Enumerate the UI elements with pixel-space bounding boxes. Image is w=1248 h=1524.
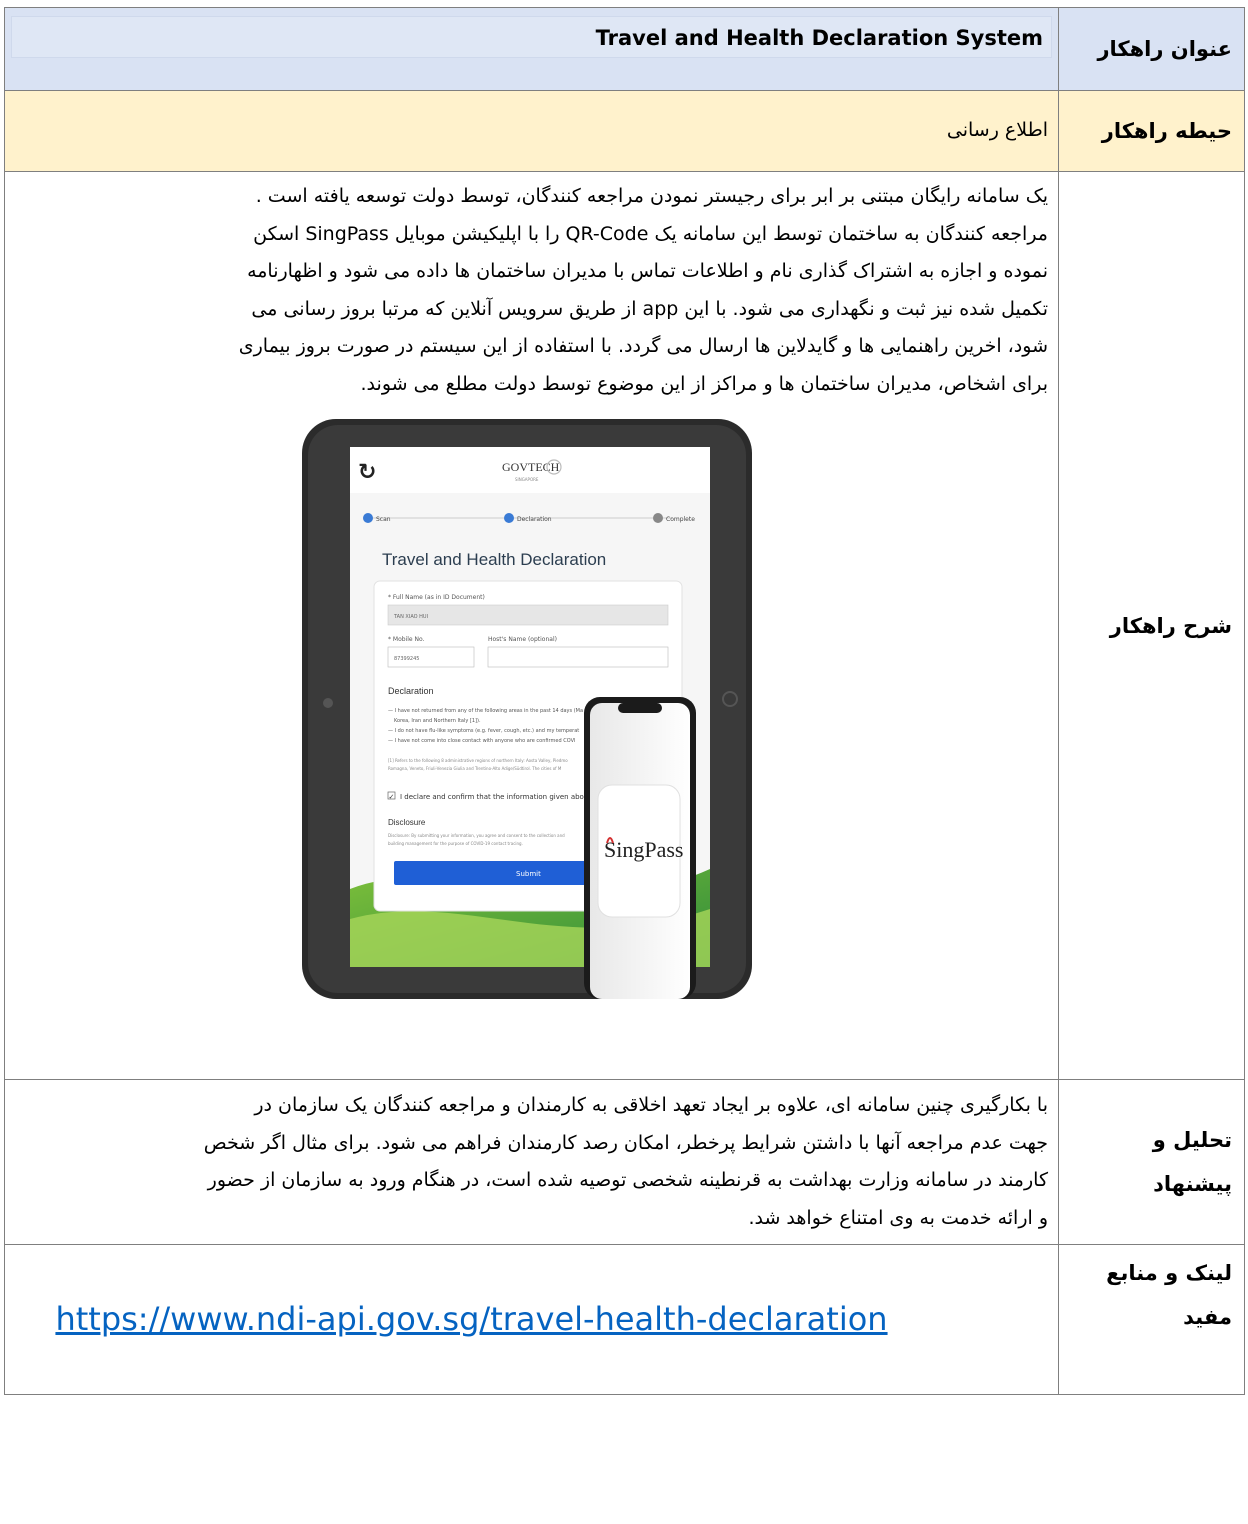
device-illustration: ↻ GOVTECH SINGAPORE Scan Declaration Com… <box>301 419 752 999</box>
title-label: عنوان راهکار <box>1058 7 1245 91</box>
svg-text:Korea, Iran and Northern Italy: Korea, Iran and Northern Italy [1]). <box>394 718 481 724</box>
description-row: یک سامانه رایگان مبتنی بر ابر برای رجیست… <box>4 171 1245 1080</box>
links-label-line: لینک و منابع <box>1106 1261 1232 1285</box>
analysis-line: جهت عدم مراجعه آنها با داشتن شرایط پرخطر… <box>203 1131 1048 1154</box>
svg-text:87399245: 87399245 <box>394 656 419 662</box>
analysis-cell: با بکارگیری چنین سامانه ای، علاوه بر ایج… <box>4 1079 1059 1245</box>
singpass-logo-text: SingPass <box>604 837 683 862</box>
title-cell: Travel and Health Declaration System <box>4 7 1059 91</box>
links-cell: https://www.ndi-api.gov.sg/travel-health… <box>4 1244 1059 1395</box>
solution-table: Travel and Health Declaration System عنو… <box>4 7 1245 1395</box>
svg-text:Declaration: Declaration <box>517 516 552 523</box>
domain-row: اطلاع رسانی حیطه راهکار <box>4 90 1245 172</box>
svg-text:Declaration: Declaration <box>388 686 434 696</box>
svg-text:TAN XIAO HUI: TAN XIAO HUI <box>393 614 428 620</box>
govtech-logo: GOVTECH <box>502 460 560 474</box>
svg-text:* Mobile No.: * Mobile No. <box>388 636 425 643</box>
links-label: لینک و منابع مفید <box>1058 1244 1245 1395</box>
analysis-label-line: پیشنهاد <box>1153 1172 1232 1196</box>
svg-text:Disclosure: By submitting your: Disclosure: By submitting your informati… <box>388 833 565 838</box>
svg-text:SINGAPORE: SINGAPORE <box>515 477 539 482</box>
description-line: شود، اخرین راهنمایی ها و گایدلاین ها ارس… <box>238 335 1048 357</box>
description-paragraph: یک سامانه رایگان مبتنی بر ابر برای رجیست… <box>15 178 1048 403</box>
description-label: شرح راهکار <box>1058 171 1245 1080</box>
description-line: تکمیل شده نیز ثبت و نگهداری می شود. با ا… <box>251 297 1048 320</box>
links-row: https://www.ndi-api.gov.sg/travel-health… <box>4 1244 1245 1395</box>
analysis-line: با بکارگیری چنین سامانه ای، علاوه بر ایج… <box>254 1094 1048 1116</box>
analysis-label: تحلیل و پیشنهاد <box>1058 1079 1245 1245</box>
svg-text:Host's Name (optional): Host's Name (optional) <box>488 636 557 643</box>
description-line: برای اشخاص، مدیران ساختمان ها و مراکز از… <box>360 372 1048 395</box>
analysis-line: کارمند در سامانه وزارت بهداشت به قرنطینه… <box>207 1169 1048 1191</box>
svg-text:— I have not returned from any: — I have not returned from any of the fo… <box>388 708 583 714</box>
solution-title: Travel and Health Declaration System <box>11 16 1052 58</box>
title-row: Travel and Health Declaration System عنو… <box>4 7 1245 91</box>
form-title: Travel and Health Declaration <box>382 550 606 569</box>
domain-label: حیطه راهکار <box>1058 90 1245 172</box>
resource-link[interactable]: https://www.ndi-api.gov.sg/travel-health… <box>15 1300 1048 1339</box>
svg-text:Disclosure: Disclosure <box>388 818 426 827</box>
description-cell: یک سامانه رایگان مبتنی بر ابر برای رجیست… <box>4 171 1059 1080</box>
step-scan-dot <box>362 513 373 523</box>
svg-text:✓: ✓ <box>388 793 394 801</box>
description-line: یک سامانه رایگان مبتنی بر ابر برای رجیست… <box>255 185 1048 207</box>
svg-text:— I do not have flu-like sympt: — I do not have flu-like symptoms (e.g. … <box>388 728 579 734</box>
analysis-line: و ارائه خدمت به وی امتناع خواهد شد. <box>748 1206 1048 1229</box>
analysis-label-line: تحلیل و <box>1152 1128 1232 1152</box>
svg-text:Romagna, Veneto, Friuli-Venezi: Romagna, Veneto, Friuli-Venezia Giulia a… <box>388 766 562 771</box>
svg-text:— I have not come into close c: — I have not come into close contact wit… <box>388 738 575 744</box>
tablet-phone-figure: ↻ GOVTECH SINGAPORE Scan Declaration Com… <box>301 419 762 999</box>
svg-text:Complete: Complete <box>666 516 695 523</box>
svg-text:Submit: Submit <box>516 870 541 878</box>
svg-text:↻: ↻ <box>358 460 376 485</box>
description-line: مراجعه کنندگان به ساختمان توسط این سامان… <box>253 222 1048 245</box>
svg-text:building management for the pu: building management for the purpose of C… <box>388 841 523 846</box>
solution-domain: اطلاع رسانی <box>4 90 1059 172</box>
svg-text:Scan: Scan <box>376 516 391 523</box>
svg-text:* Full Name (as in ID Document: * Full Name (as in ID Document) <box>388 594 485 601</box>
analysis-row: با بکارگیری چنین سامانه ای، علاوه بر ایج… <box>4 1079 1245 1245</box>
links-label-line: مفید <box>1183 1305 1232 1329</box>
description-line: نموده و اجازه به اشتراک گذاری نام و اطلا… <box>247 260 1048 282</box>
svg-text:[1] Refers to the following 8: [1] Refers to the following 8 administra… <box>388 758 568 763</box>
